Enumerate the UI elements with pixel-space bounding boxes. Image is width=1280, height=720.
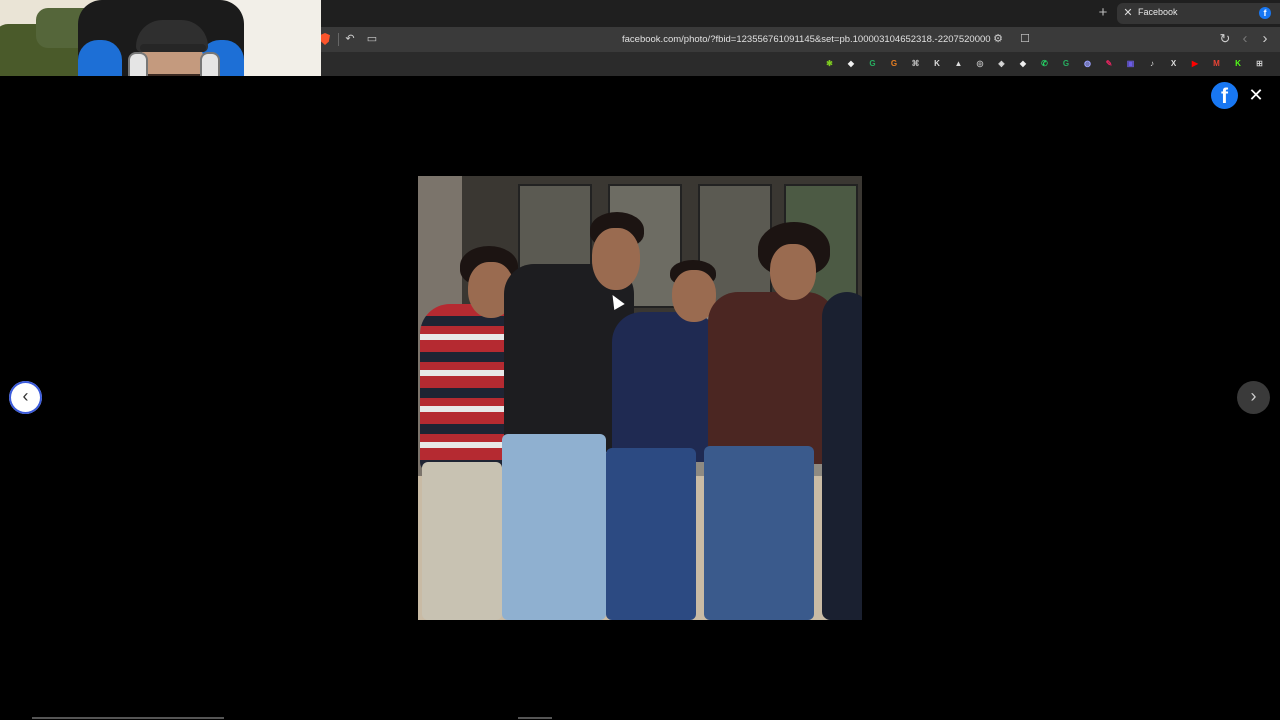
photo-person-head	[770, 244, 816, 300]
ext-k-icon[interactable]: G	[1061, 58, 1072, 69]
ext-l-icon[interactable]: ◍	[1082, 58, 1093, 69]
tab-facebook[interactable]: ✕ Facebook f	[1117, 3, 1280, 24]
tab-close-icon[interactable]: ✕	[1122, 6, 1134, 20]
photo-person-legs	[502, 434, 606, 620]
reload-icon[interactable]: ↻	[1218, 32, 1232, 46]
next-photo-button[interactable]: ›	[1237, 381, 1270, 414]
ext-i-icon[interactable]: ◈	[996, 58, 1007, 69]
photo-person-legs	[606, 448, 696, 620]
photo-person-legs	[422, 462, 502, 620]
ext-a-icon[interactable]: ✱	[824, 58, 835, 69]
photo-person-head	[592, 228, 640, 290]
ext-d-icon[interactable]: G	[889, 58, 900, 69]
screenshot-icon[interactable]: ▭	[365, 32, 379, 46]
brave-shield-icon[interactable]	[320, 33, 330, 45]
facebook-favicon-icon: f	[1259, 7, 1271, 19]
site-settings-icon[interactable]: ⚙	[991, 32, 1005, 46]
photo-person-torso	[420, 304, 512, 472]
ext-h-icon[interactable]: ◎	[975, 58, 986, 69]
ext-b-icon[interactable]: ◆	[846, 58, 857, 69]
reader-mode-icon[interactable]: ↶	[343, 32, 357, 46]
back-icon[interactable]: ‹	[1238, 31, 1252, 46]
ext-j-icon[interactable]: ◆	[1018, 58, 1029, 69]
ext-gmail-icon[interactable]: M	[1211, 58, 1222, 69]
ext-tiktok-icon[interactable]: ♪	[1147, 58, 1158, 69]
group-photo	[418, 176, 862, 620]
previous-photo-button[interactable]: ‹	[9, 381, 42, 414]
ext-f-icon[interactable]: K	[932, 58, 943, 69]
photo-person-legs	[704, 446, 814, 620]
toolbar-divider	[338, 33, 339, 46]
photo-person-torso	[612, 312, 718, 462]
url-field[interactable]: facebook.com/photo/?fbid=123556761091145…	[622, 34, 991, 45]
ext-whatsapp-icon[interactable]: ✆	[1039, 58, 1050, 69]
ext-c-icon[interactable]: G	[867, 58, 878, 69]
streamer-cap-brim	[140, 44, 206, 52]
forward-icon[interactable]: ›	[1258, 31, 1272, 46]
ext-menu-icon[interactable]: ⊞	[1254, 58, 1265, 69]
ext-g-icon[interactable]: ▲	[953, 58, 964, 69]
new-tab-button[interactable]: +	[1096, 5, 1110, 21]
facebook-logo-icon[interactable]: f	[1211, 82, 1238, 109]
scrollbar-track[interactable]	[32, 717, 224, 719]
photo-person-torso	[822, 292, 862, 620]
ext-e-icon[interactable]: ⌘	[910, 58, 921, 69]
ext-n-icon[interactable]: ▣	[1125, 58, 1136, 69]
ext-kick-icon[interactable]: K	[1233, 58, 1244, 69]
bookmark-icon[interactable]: ☐	[1018, 32, 1032, 46]
tab-title: Facebook	[1138, 7, 1178, 17]
ext-x-icon[interactable]: X	[1168, 58, 1179, 69]
scrollbar-thumb[interactable]	[518, 717, 552, 719]
ext-youtube-icon[interactable]: ▶	[1190, 58, 1201, 69]
photo-person-torso	[708, 292, 836, 464]
ext-m-icon[interactable]: ✎	[1104, 58, 1115, 69]
close-icon[interactable]: ✕	[1246, 85, 1266, 105]
